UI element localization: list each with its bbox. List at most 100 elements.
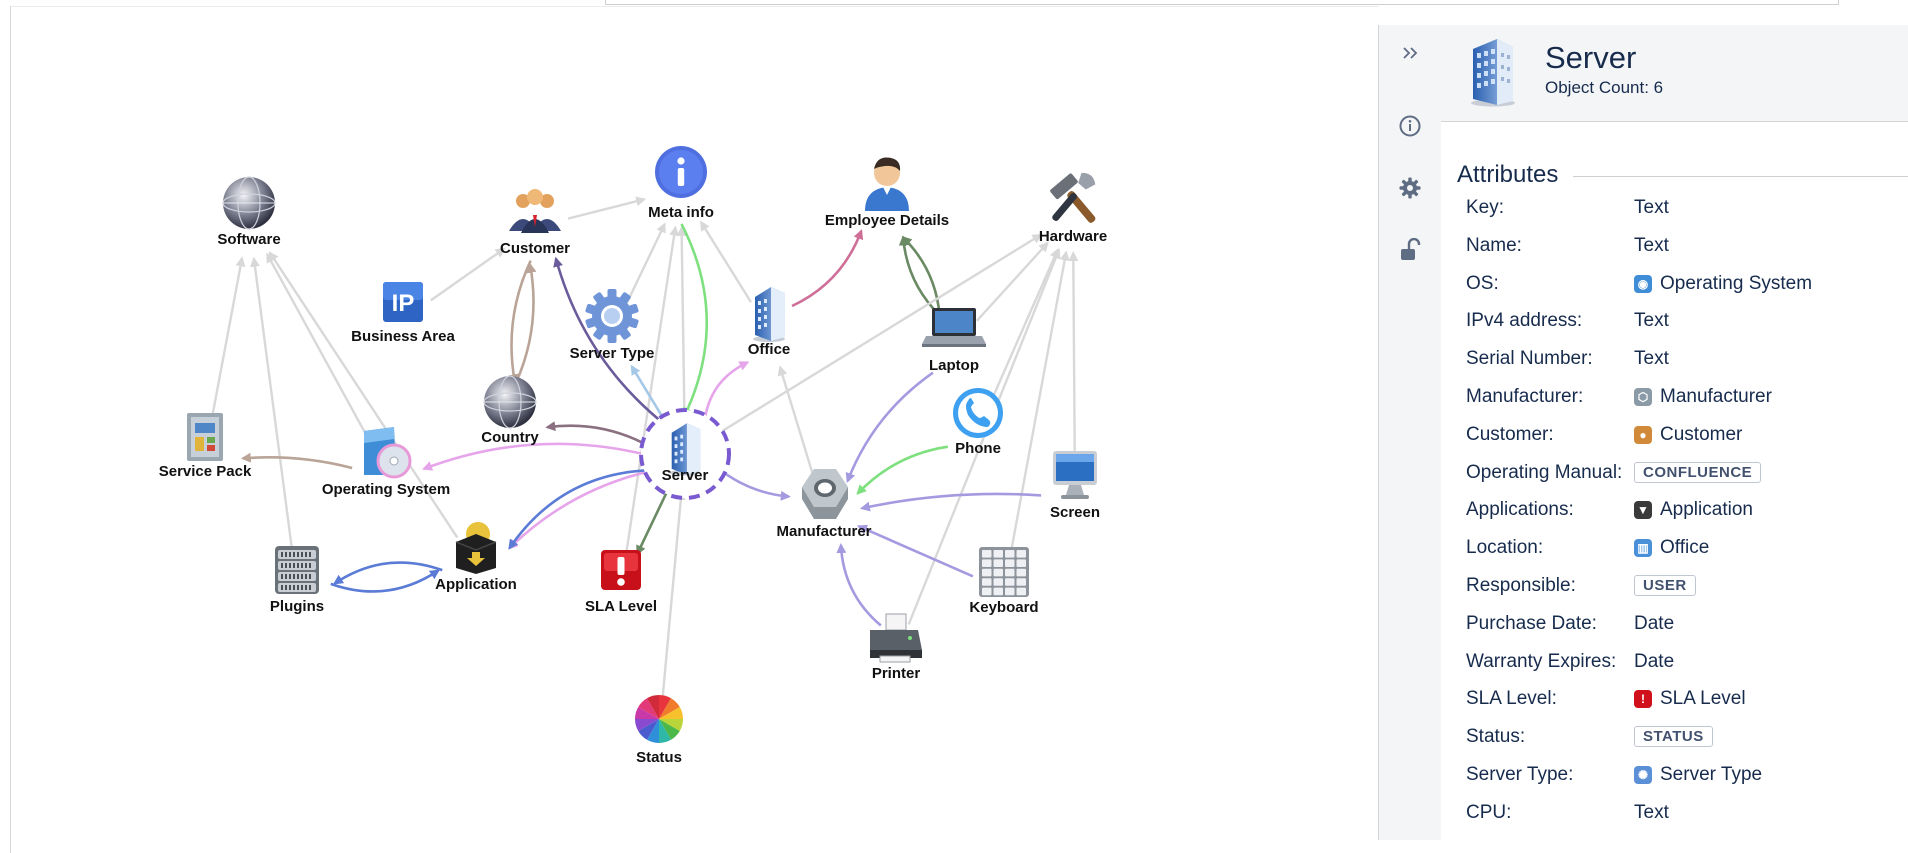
alert-icon: !: [1634, 690, 1652, 709]
edge-application-to-plugins: [333, 561, 443, 585]
node-sla[interactable]: SLA Level: [585, 550, 657, 615]
attribute-row: Responsible: USER: [1466, 574, 1906, 613]
edge-laptop-to-employee: [898, 235, 941, 317]
attribute-key: IPv4 address:: [1466, 310, 1583, 332]
edge-metainfo-to-server: [680, 223, 709, 418]
node-label: Manufacturer: [776, 523, 871, 540]
attribute-text: Date: [1634, 650, 1675, 672]
attribute-value: ◉ Operating System: [1634, 273, 1812, 295]
attribute-value: Date: [1634, 613, 1674, 635]
people-icon: [509, 189, 561, 233]
double-chevron-right-icon[interactable]: [1392, 35, 1428, 71]
building-icon: [753, 287, 785, 342]
attribute-object-link[interactable]: Manufacturer: [1660, 386, 1772, 408]
node-hardware[interactable]: Hardware: [1039, 170, 1107, 245]
attributes-divider: [1573, 176, 1908, 177]
attribute-key: Key:: [1466, 197, 1505, 218]
unlock-icon[interactable]: [1392, 232, 1428, 268]
edge-server-to-sla: [636, 484, 672, 556]
attribute-value: Text: [1634, 802, 1669, 824]
node-label: Phone: [955, 440, 1001, 457]
attribute-key: Status:: [1466, 726, 1526, 748]
attribute-value: ▼ Application: [1634, 499, 1753, 521]
attribute-value: ● Customer: [1634, 424, 1742, 446]
edge-plugins-to-application: [330, 569, 440, 593]
attribute-row: Applications: ▼ Application: [1466, 499, 1906, 537]
node-label: Meta info: [648, 204, 714, 221]
object-count: Object Count: 6: [1545, 78, 1664, 97]
info-circle-icon[interactable]: [1392, 108, 1428, 144]
node-servicepack[interactable]: Service Pack: [159, 413, 252, 480]
attribute-text: Text: [1634, 801, 1669, 823]
package-icon: [455, 522, 497, 574]
cd-icon: [364, 427, 412, 479]
attribute-text: Text: [1634, 234, 1669, 256]
edge-laptop-to-manufacturer: [845, 371, 934, 484]
monitor-icon: [1053, 451, 1097, 499]
node-office[interactable]: Office: [748, 287, 791, 358]
node-status[interactable]: Status: [635, 695, 683, 766]
node-manufacturer[interactable]: Manufacturer: [776, 469, 872, 540]
attribute-type-badge: STATUS: [1634, 726, 1713, 748]
edge-status-to-server: [660, 489, 686, 704]
attribute-row: IPv4 address: Text: [1466, 310, 1906, 348]
details-panel: Server Object Count: 6 Attributes Key: Te…: [1441, 25, 1908, 853]
edge-servertype-to-metainfo: [625, 222, 666, 304]
edge-businessarea-to-customer: [430, 247, 506, 302]
attribute-row: Purchase Date: Date: [1466, 613, 1906, 651]
attribute-value: ! SLA Level: [1634, 688, 1746, 710]
node-os[interactable]: Operating System: [322, 427, 450, 498]
attribute-text: Date: [1634, 612, 1675, 634]
node-country[interactable]: Country: [481, 375, 539, 446]
node-label: Employee Details: [825, 212, 949, 229]
gear-icon[interactable]: [1392, 170, 1428, 206]
attribute-key: Purchase Date:: [1466, 612, 1597, 634]
attribute-value: CONFLUENCE: [1634, 461, 1762, 483]
node-phone[interactable]: Phone: [953, 388, 1003, 457]
attribute-object-link[interactable]: Server Type: [1660, 764, 1762, 786]
svg-text:IP: IP: [392, 290, 415, 317]
attribute-value: ⬡ Manufacturer: [1634, 386, 1772, 408]
ip-icon: IP: [383, 282, 423, 322]
attribute-object-link[interactable]: Operating System: [1660, 273, 1812, 295]
attribute-row: Warranty Expires: Date: [1466, 651, 1906, 689]
node-label: Printer: [872, 665, 921, 682]
node-employee[interactable]: Employee Details: [825, 157, 949, 229]
node-plugins[interactable]: Plugins: [270, 546, 324, 615]
edge-customer-to-metainfo: [567, 196, 647, 220]
graph-canvas[interactable]: Software Customer Meta info Employee Detail…: [10, 6, 1379, 853]
attribute-row: Server Type: ✺ Server Type: [1466, 764, 1906, 802]
node-metainfo[interactable]: Meta info: [648, 146, 714, 221]
people-icon: ●: [1634, 425, 1652, 444]
attribute-value: Date: [1634, 651, 1674, 673]
node-software[interactable]: Software: [217, 176, 281, 248]
schema-graph[interactable]: Software Customer Meta info Employee Detail…: [11, 7, 1379, 853]
node-customer[interactable]: Customer: [500, 189, 570, 257]
node-label: Service Pack: [159, 463, 252, 480]
node-application[interactable]: Application: [435, 522, 517, 593]
edge-screen-to-manufacturer: [859, 492, 1042, 512]
node-keyboard[interactable]: Keyboard: [969, 547, 1039, 616]
server-icon: [1467, 35, 1519, 112]
attribute-object-link[interactable]: Application: [1660, 499, 1753, 521]
node-label: Laptop: [929, 357, 979, 374]
node-label: Office: [748, 341, 791, 358]
edge-server-to-metainfo: [676, 225, 687, 421]
package-icon: ▼: [1634, 501, 1652, 520]
attribute-row: Customer: ● Customer: [1466, 424, 1906, 462]
laptop-icon: [922, 308, 986, 347]
cd-icon: ◉: [1634, 274, 1652, 293]
attribute-object-link[interactable]: SLA Level: [1660, 688, 1746, 710]
edge-country-to-customer: [513, 262, 537, 387]
node-businessarea[interactable]: IP Business Area: [351, 282, 455, 345]
attribute-key: Serial Number:: [1466, 348, 1593, 370]
node-label: Hardware: [1039, 228, 1107, 245]
node-screen[interactable]: Screen: [1050, 451, 1100, 521]
attribute-value: ▥ Office: [1634, 537, 1709, 559]
attribute-key: Applications:: [1466, 499, 1574, 521]
attribute-row: Manufacturer: ⬡ Manufacturer: [1466, 386, 1906, 424]
node-server[interactable]: Server: [639, 408, 731, 500]
attribute-object-link[interactable]: Office: [1660, 537, 1709, 559]
node-laptop[interactable]: Laptop: [922, 308, 986, 374]
attribute-object-link[interactable]: Customer: [1660, 424, 1742, 446]
